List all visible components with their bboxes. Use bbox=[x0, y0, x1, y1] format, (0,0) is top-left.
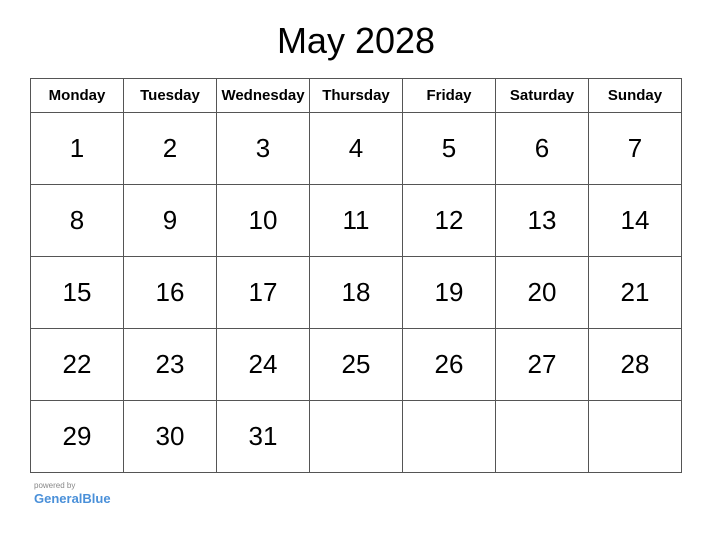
calendar-day-cell: 16 bbox=[124, 257, 217, 329]
header-monday: Monday bbox=[31, 79, 124, 113]
calendar-day-cell: 2 bbox=[124, 113, 217, 185]
calendar-day-cell: 18 bbox=[310, 257, 403, 329]
header-friday: Friday bbox=[403, 79, 496, 113]
calendar-title: May 2028 bbox=[277, 20, 435, 62]
calendar-week-row: 1234567 bbox=[31, 113, 682, 185]
calendar-day-cell: 23 bbox=[124, 329, 217, 401]
calendar-day-cell: 29 bbox=[31, 401, 124, 473]
calendar-day-cell: 14 bbox=[589, 185, 682, 257]
calendar-week-row: 15161718192021 bbox=[31, 257, 682, 329]
calendar-day-cell bbox=[403, 401, 496, 473]
calendar-day-cell bbox=[310, 401, 403, 473]
calendar-table: Monday Tuesday Wednesday Thursday Friday… bbox=[30, 78, 682, 473]
calendar-day-cell: 4 bbox=[310, 113, 403, 185]
calendar-header-row: Monday Tuesday Wednesday Thursday Friday… bbox=[31, 79, 682, 113]
calendar-day-cell: 26 bbox=[403, 329, 496, 401]
calendar-day-cell: 10 bbox=[217, 185, 310, 257]
brand-blue: Blue bbox=[82, 491, 110, 506]
header-saturday: Saturday bbox=[496, 79, 589, 113]
calendar-day-cell: 17 bbox=[217, 257, 310, 329]
calendar-day-cell: 15 bbox=[31, 257, 124, 329]
calendar-day-cell: 24 bbox=[217, 329, 310, 401]
header-sunday: Sunday bbox=[589, 79, 682, 113]
calendar-day-cell: 22 bbox=[31, 329, 124, 401]
calendar-day-cell: 3 bbox=[217, 113, 310, 185]
calendar-day-cell: 28 bbox=[589, 329, 682, 401]
calendar-day-cell: 9 bbox=[124, 185, 217, 257]
footer-brand: GeneralBlue bbox=[34, 491, 111, 506]
calendar-day-cell: 7 bbox=[589, 113, 682, 185]
header-wednesday: Wednesday bbox=[217, 79, 310, 113]
calendar-day-cell: 27 bbox=[496, 329, 589, 401]
brand-general: General bbox=[34, 491, 82, 506]
footer: powered by GeneralBlue bbox=[30, 481, 682, 508]
calendar-day-cell: 1 bbox=[31, 113, 124, 185]
calendar-day-cell: 19 bbox=[403, 257, 496, 329]
calendar-day-cell bbox=[496, 401, 589, 473]
calendar-day-cell: 11 bbox=[310, 185, 403, 257]
calendar-week-row: 22232425262728 bbox=[31, 329, 682, 401]
header-tuesday: Tuesday bbox=[124, 79, 217, 113]
calendar-day-cell: 20 bbox=[496, 257, 589, 329]
calendar-day-cell bbox=[589, 401, 682, 473]
footer-powered-by: powered by bbox=[34, 481, 682, 490]
header-thursday: Thursday bbox=[310, 79, 403, 113]
calendar-day-cell: 25 bbox=[310, 329, 403, 401]
calendar-day-cell: 8 bbox=[31, 185, 124, 257]
calendar-day-cell: 13 bbox=[496, 185, 589, 257]
calendar-week-row: 293031 bbox=[31, 401, 682, 473]
calendar-day-cell: 12 bbox=[403, 185, 496, 257]
calendar-day-cell: 21 bbox=[589, 257, 682, 329]
calendar-day-cell: 30 bbox=[124, 401, 217, 473]
calendar-week-row: 891011121314 bbox=[31, 185, 682, 257]
calendar-day-cell: 6 bbox=[496, 113, 589, 185]
calendar-day-cell: 5 bbox=[403, 113, 496, 185]
calendar-day-cell: 31 bbox=[217, 401, 310, 473]
